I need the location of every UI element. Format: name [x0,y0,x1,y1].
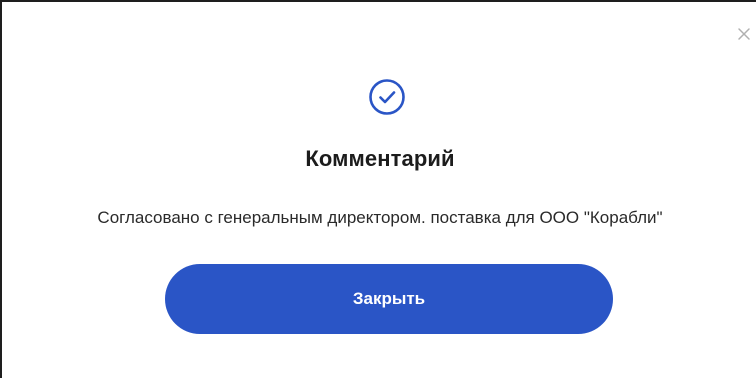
close-button[interactable]: Закрыть [165,264,613,334]
comment-text: Согласовано с генеральным директором. по… [97,208,663,227]
check-circle-icon [368,78,406,116]
close-icon[interactable] [736,26,752,42]
dialog-title: Комментарий [305,146,455,171]
comment-dialog: Комментарий Согласовано с генеральным ди… [0,0,756,378]
